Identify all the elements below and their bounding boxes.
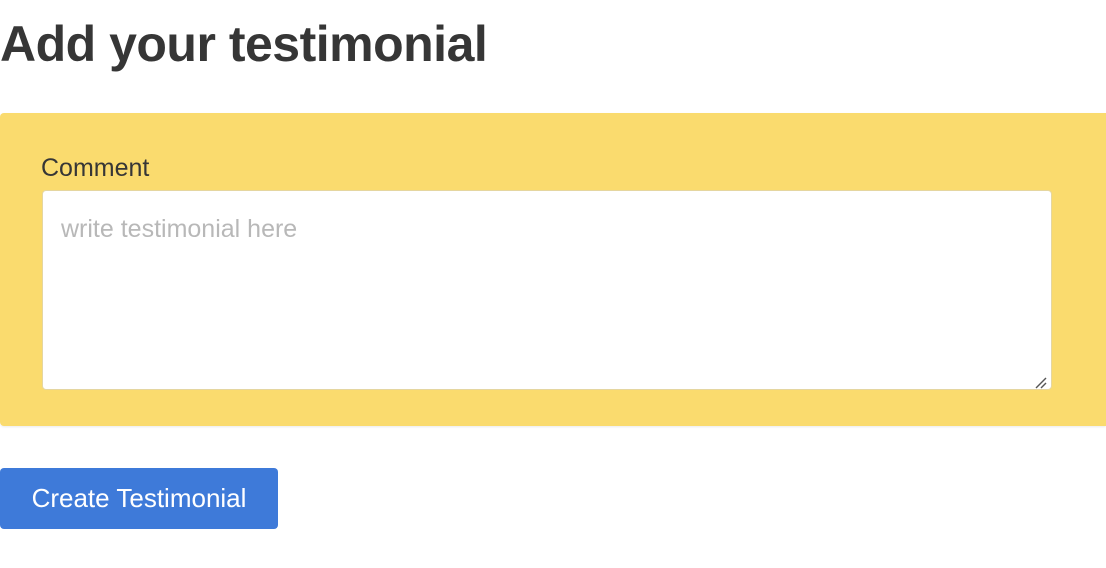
- page-title: Add your testimonial: [0, 16, 488, 72]
- resize-grip-icon[interactable]: [1033, 375, 1047, 389]
- comment-textarea[interactable]: [42, 190, 1052, 390]
- page: Add your testimonial Comment Create Test…: [0, 0, 1106, 568]
- testimonial-form-panel: Comment: [0, 113, 1106, 426]
- create-testimonial-button[interactable]: Create Testimonial: [0, 468, 278, 529]
- comment-label: Comment: [41, 154, 150, 182]
